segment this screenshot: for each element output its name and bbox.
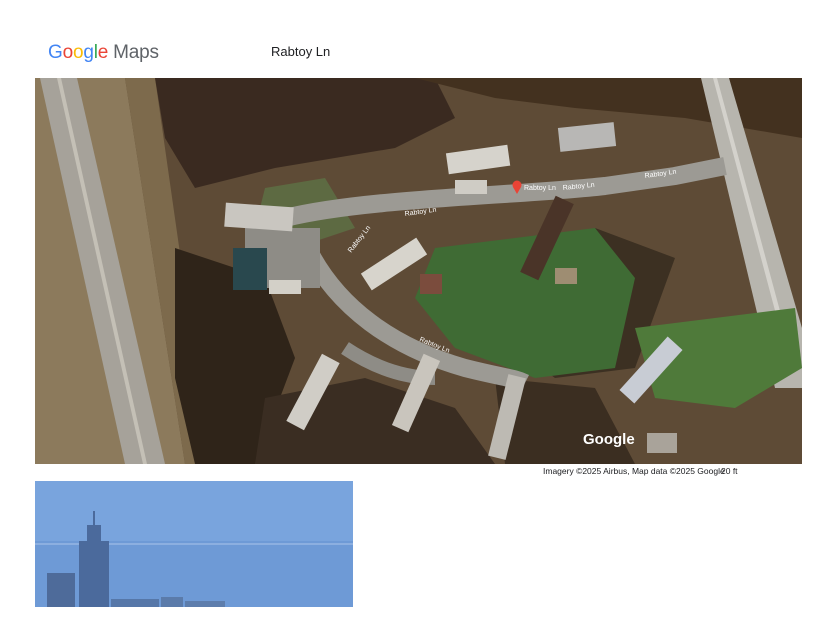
map-scale: 20 ft bbox=[721, 466, 738, 476]
logo-letter-e: e bbox=[97, 42, 109, 63]
map-watermark: Google bbox=[583, 431, 635, 448]
logo-letter-o1: o bbox=[62, 42, 74, 63]
google-maps-logo: Google Maps bbox=[48, 42, 159, 64]
pin-label: Rabtoy Ln bbox=[524, 185, 556, 192]
satellite-imagery: Rabtoy Ln Rabtoy Ln Rabtoy Ln Rabtoy Ln … bbox=[35, 78, 802, 464]
map-attribution: Imagery ©2025 Airbus, Map data ©2025 Goo… bbox=[543, 466, 725, 476]
street-view-thumbnail[interactable] bbox=[35, 481, 353, 607]
logo-letter-o2: o bbox=[72, 42, 84, 63]
logo-letter-g: G bbox=[48, 42, 63, 63]
logo-maps-text: Maps bbox=[113, 42, 159, 63]
place-title: Rabtoy Ln bbox=[271, 44, 331, 59]
logo-letter-g2: g bbox=[83, 42, 94, 63]
city-skyline-image bbox=[35, 481, 353, 607]
satellite-map[interactable]: Rabtoy Ln Rabtoy Ln Rabtoy Ln Rabtoy Ln … bbox=[35, 78, 802, 464]
